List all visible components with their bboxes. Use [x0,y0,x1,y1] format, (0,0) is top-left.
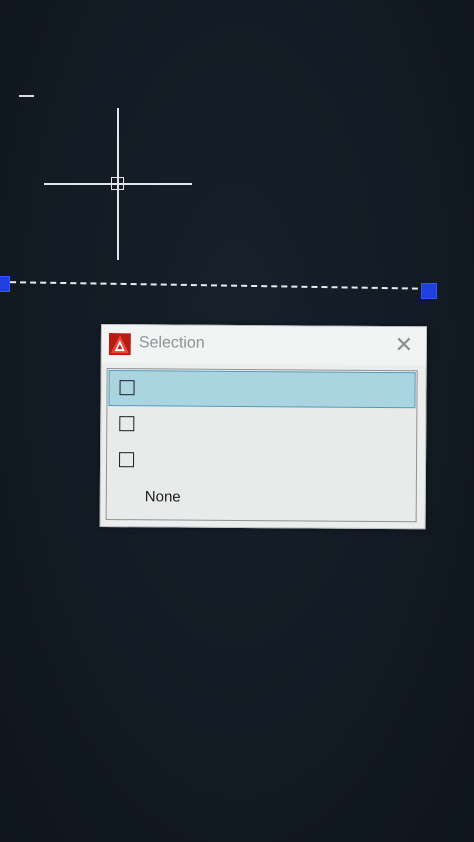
dialog-titlebar[interactable]: Selection ✕ [101,325,426,366]
list-item-label: None [144,488,181,506]
list-item[interactable] [108,369,416,409]
drawing-canvas[interactable]: Selection ✕ None [0,0,474,842]
autocad-logo-icon [108,333,131,356]
ucs-indicator [19,95,34,97]
grip-left-icon[interactable] [0,276,10,292]
checkbox-icon[interactable] [119,452,135,468]
grip-right-icon[interactable] [421,283,437,299]
close-icon[interactable]: ✕ [392,332,416,357]
checkbox-icon[interactable] [119,380,135,396]
dialog-title: Selection [138,334,205,352]
selection-list[interactable]: None [105,368,418,523]
checkbox-icon[interactable] [119,416,135,432]
selection-dialog: Selection ✕ None [99,324,427,530]
list-item[interactable] [109,407,414,443]
selected-dashed-line[interactable] [0,281,428,290]
list-item-none[interactable]: None [109,479,414,515]
crosshair-pickbox [111,177,124,190]
list-item[interactable] [109,443,414,479]
